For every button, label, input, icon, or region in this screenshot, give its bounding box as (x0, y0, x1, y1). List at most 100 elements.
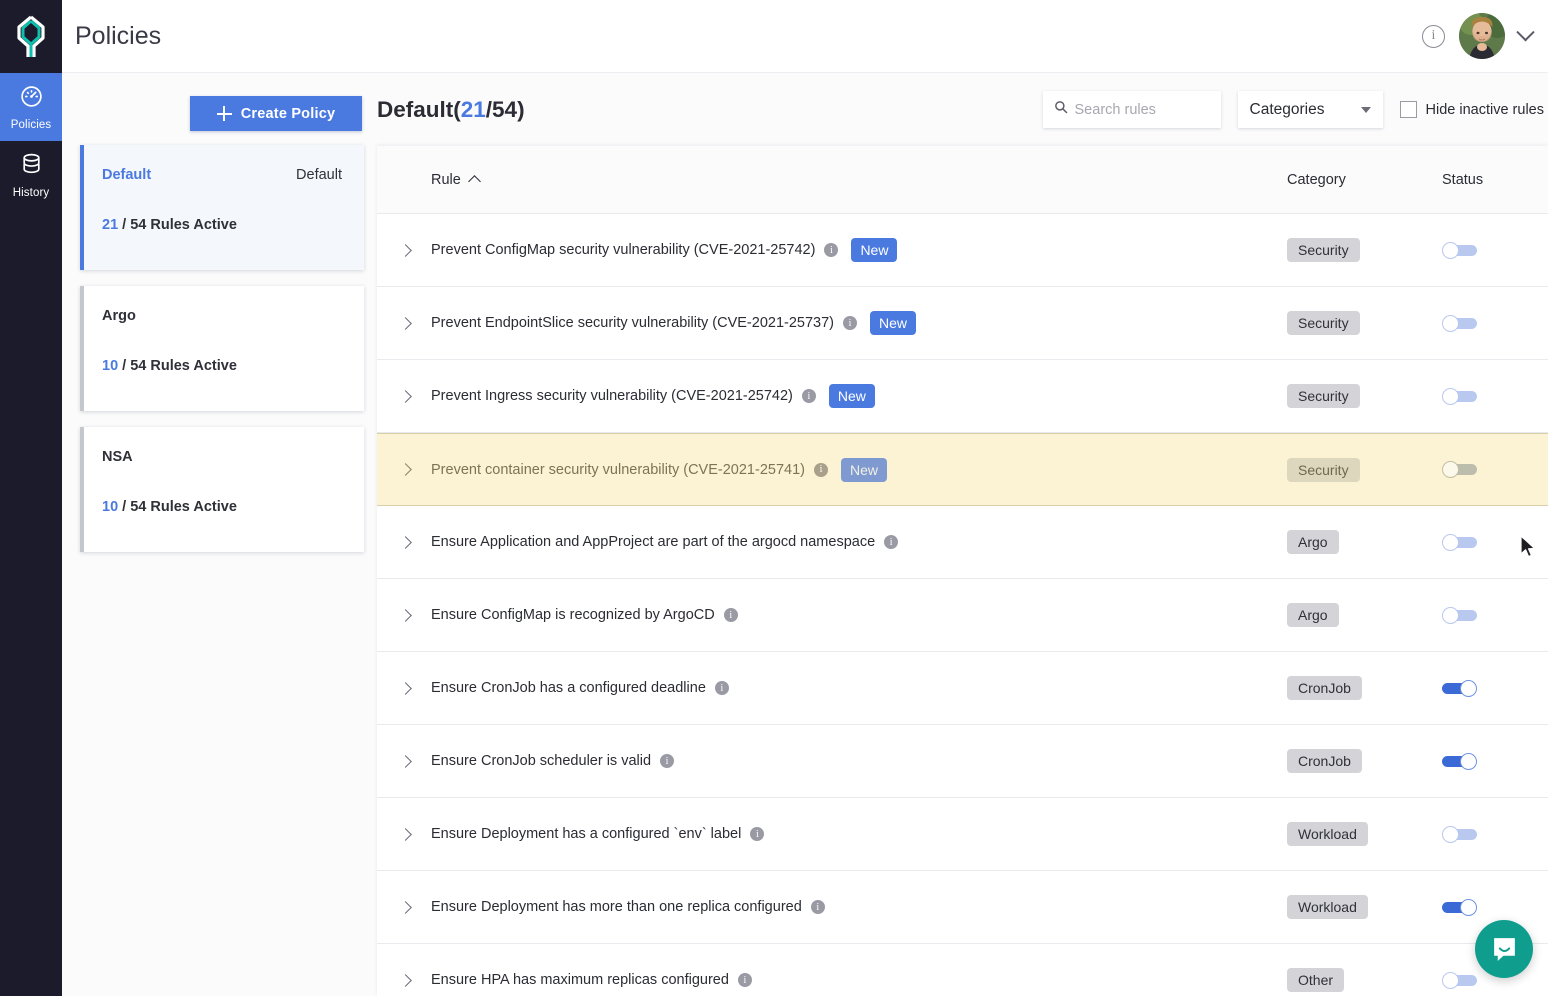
sidebar-item-history[interactable]: History (0, 141, 62, 209)
status-toggle[interactable] (1442, 825, 1477, 843)
search-icon (1054, 100, 1068, 119)
categories-label: Categories (1249, 100, 1325, 118)
status-cell (1442, 825, 1477, 843)
toggle-knob (1442, 314, 1459, 332)
hide-inactive-toggle[interactable]: Hide inactive rules (1399, 101, 1544, 118)
table-row[interactable]: Prevent container security vulnerability… (377, 433, 1548, 506)
expand-row-chevron-icon[interactable] (399, 754, 412, 768)
status-toggle[interactable] (1442, 387, 1477, 405)
rule-name: Ensure Application and AppProject are pa… (431, 534, 876, 550)
table-row[interactable]: Ensure CronJob has a configured deadline… (377, 652, 1548, 725)
status-toggle[interactable] (1442, 606, 1477, 624)
toggle-knob (1442, 241, 1459, 259)
sidebar-item-policies-label: Policies (10, 118, 52, 131)
status-toggle[interactable] (1442, 898, 1477, 916)
rule-name: Prevent ConfigMap security vulnerability… (431, 242, 816, 258)
intercom-chat-icon[interactable] (1475, 920, 1533, 978)
expand-row-chevron-icon[interactable] (399, 535, 412, 549)
category-chip: Security (1287, 311, 1360, 335)
table-row[interactable]: Ensure HPA has maximum replicas configur… (377, 944, 1548, 996)
status-toggle[interactable] (1442, 314, 1477, 332)
create-policy-button[interactable]: Create Policy (190, 96, 362, 131)
search-rules-box[interactable] (1042, 91, 1221, 128)
policy-card-rules: 10 / 54 Rules Active (102, 358, 342, 374)
policy-card-nsa[interactable]: NSA 10 / 54 Rules Active (80, 427, 364, 552)
categories-dropdown[interactable]: Categories (1237, 91, 1383, 128)
info-icon[interactable]: i (801, 389, 816, 403)
table-body: Prevent ConfigMap security vulnerability… (377, 214, 1548, 996)
status-toggle[interactable] (1442, 679, 1477, 697)
category-chip: Workload (1287, 895, 1368, 919)
status-toggle[interactable] (1442, 971, 1477, 989)
column-header-rule-label: Rule (431, 171, 461, 188)
table-row[interactable]: Ensure Deployment has more than one repl… (377, 871, 1548, 944)
category-chip: Security (1287, 457, 1360, 482)
status-toggle[interactable] (1442, 461, 1477, 478)
hide-inactive-checkbox[interactable] (1399, 101, 1417, 118)
policy-card-default[interactable]: Default Default 21 / 54 Rules Active (80, 145, 364, 270)
info-icon[interactable]: i (824, 243, 839, 257)
info-icon[interactable]: i (750, 827, 765, 841)
datree-logo-icon[interactable] (0, 0, 62, 73)
status-toggle[interactable] (1442, 752, 1477, 770)
table-row[interactable]: Ensure Application and AppProject are pa… (377, 506, 1548, 579)
policy-card-name: Argo (102, 308, 136, 324)
status-cell (1442, 971, 1477, 989)
category-cell: Security (1287, 311, 1360, 335)
category-cell: Other (1287, 968, 1345, 992)
table-row[interactable]: Ensure ConfigMap is recognized by ArgoCD… (377, 579, 1548, 652)
policy-card-header: Argo (102, 308, 342, 324)
toggle-knob (1460, 679, 1477, 697)
chevron-down-icon[interactable] (1516, 22, 1535, 41)
info-icon[interactable]: i (660, 754, 675, 768)
expand-row-chevron-icon[interactable] (399, 973, 412, 987)
table-row[interactable]: Ensure CronJob scheduler is valid i CronJo… (377, 725, 1548, 798)
avatar[interactable] (1459, 13, 1505, 59)
search-input[interactable] (1074, 101, 1205, 118)
table-row[interactable]: Prevent ConfigMap security vulnerability… (377, 214, 1548, 287)
expand-row-chevron-icon[interactable] (399, 316, 412, 330)
toggle-knob (1442, 971, 1459, 989)
sidebar-item-policies[interactable]: Policies (0, 73, 62, 141)
rule-cell: Prevent ConfigMap security vulnerability… (431, 238, 898, 262)
category-cell: Security (1287, 238, 1360, 262)
expand-row-chevron-icon[interactable] (399, 900, 412, 914)
rule-name: Ensure HPA has maximum replicas configur… (431, 972, 729, 988)
policy-card-rules-text: / 54 Rules Active (122, 217, 237, 233)
policy-card-rules: 21 / 54 Rules Active (102, 217, 342, 233)
info-icon[interactable]: i (813, 462, 828, 477)
table-row[interactable]: Ensure Deployment has a configured `env`… (377, 798, 1548, 871)
hide-inactive-label: Hide inactive rules (1425, 101, 1544, 118)
info-icon[interactable]: i (842, 316, 857, 330)
expand-row-chevron-icon[interactable] (399, 681, 412, 695)
policies-app: Policies History Policies i Create Polic… (0, 0, 1548, 996)
info-icon[interactable]: i (737, 973, 752, 987)
rules-table: Rule Category Status Prevent ConfigMap s… (377, 146, 1548, 996)
table-row[interactable]: Prevent Ingress security vulnerability (… (377, 360, 1548, 433)
table-row[interactable]: Prevent EndpointSlice security vulnerabi… (377, 287, 1548, 360)
status-toggle[interactable] (1442, 241, 1477, 259)
status-toggle[interactable] (1442, 533, 1477, 551)
expand-row-chevron-icon[interactable] (399, 389, 412, 403)
rule-cell: Prevent Ingress security vulnerability (… (431, 384, 875, 408)
info-icon[interactable]: i (714, 681, 729, 695)
info-circle-icon[interactable]: i (1422, 24, 1445, 48)
category-cell: Workload (1287, 895, 1368, 919)
rules-total-count: /54) (485, 96, 525, 122)
info-icon[interactable]: i (810, 900, 825, 914)
info-icon[interactable]: i (884, 535, 899, 549)
sort-ascending-icon (467, 175, 481, 188)
rules-tools: Categories Hide inactive rules (1042, 91, 1544, 128)
policy-card-argo[interactable]: Argo 10 / 54 Rules Active (80, 286, 364, 411)
expand-row-chevron-icon[interactable] (399, 463, 412, 476)
expand-row-chevron-icon[interactable] (399, 827, 412, 841)
info-icon[interactable]: i (723, 608, 738, 622)
chevron-down-icon (1360, 106, 1371, 113)
expand-row-chevron-icon[interactable] (399, 243, 412, 257)
expand-row-chevron-icon[interactable] (399, 608, 412, 622)
toggle-knob (1442, 533, 1459, 551)
policy-card-rules-text: / 54 Rules Active (122, 358, 237, 374)
column-header-rule[interactable]: Rule (431, 171, 481, 188)
rule-cell: Prevent container security vulnerability… (431, 457, 887, 482)
rule-name: Ensure CronJob has a configured deadline (431, 680, 706, 696)
